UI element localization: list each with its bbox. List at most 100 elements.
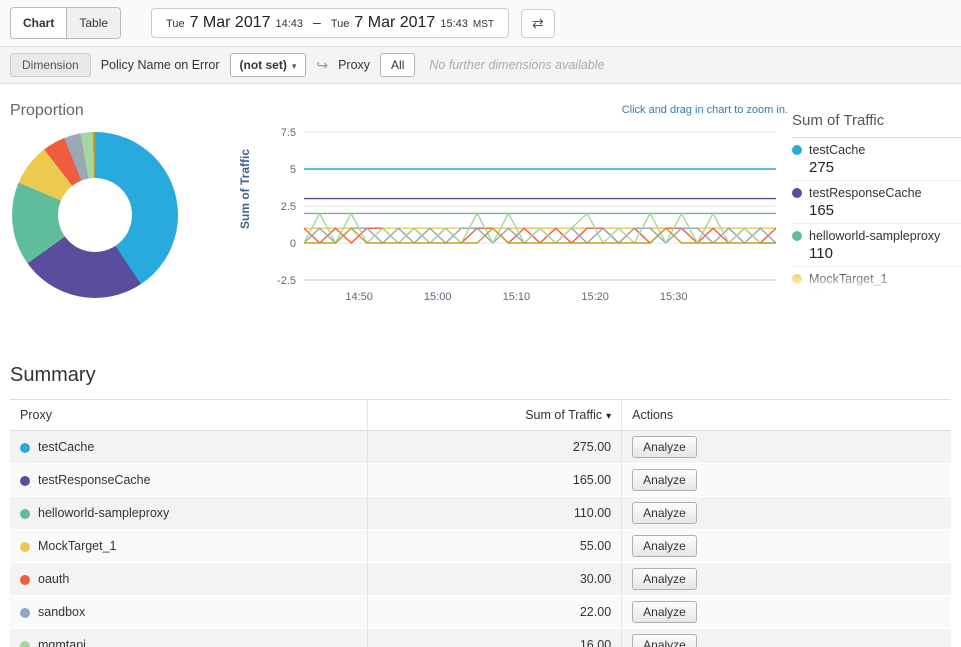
- summary-section: Summary Proxy Sum of Traffic▾ Actions te…: [0, 350, 961, 647]
- dimension-bar: Dimension Policy Name on Error (not set)…: [0, 47, 961, 84]
- legend-color-dot: [792, 231, 802, 241]
- legend-item[interactable]: MockTarget_155: [792, 267, 961, 292]
- chart-legend: Sum of Traffic testCache275testResponseC…: [792, 110, 961, 292]
- actions-cell: Analyze: [622, 431, 951, 464]
- dimension-label: Dimension: [10, 53, 91, 77]
- end-day: Tue: [331, 18, 350, 30]
- legend-color-dot: [792, 145, 802, 155]
- proxy-name-cell: helloworld-sampleproxy: [10, 497, 368, 530]
- column-header-actions: Actions: [622, 400, 951, 431]
- proxy-color-dot: [20, 443, 30, 453]
- refresh-button[interactable]: ⇄: [521, 9, 555, 38]
- timezone-label: MST: [473, 19, 494, 30]
- view-toggle: Chart Table: [10, 7, 121, 39]
- line-chart-svg[interactable]: 7.552.50-2.514:5015:0015:1015:2015:30: [262, 124, 784, 306]
- line-chart[interactable]: Click and drag in chart to zoom in. Sum …: [232, 90, 792, 350]
- table-tab[interactable]: Table: [67, 7, 121, 39]
- proxy-filter-button[interactable]: All: [380, 53, 415, 77]
- summary-table: Proxy Sum of Traffic▾ Actions testCache 2…: [10, 399, 951, 647]
- traffic-value-cell: 22.00: [368, 596, 622, 629]
- zoom-hint: Click and drag in chart to zoom in.: [622, 104, 788, 116]
- svg-text:15:20: 15:20: [581, 291, 609, 303]
- legend-item[interactable]: testCache275: [792, 138, 961, 181]
- proxy-name-cell: sandbox: [10, 596, 368, 629]
- actions-cell: Analyze: [622, 629, 951, 647]
- legend-item-name: testCache: [809, 143, 865, 157]
- svg-text:0: 0: [290, 238, 296, 250]
- table-row: mgmtapi16.00 Analyze: [10, 629, 951, 647]
- svg-text:14:50: 14:50: [345, 291, 373, 303]
- proxy-color-dot: [20, 641, 30, 647]
- traffic-value-cell: 30.00: [368, 563, 622, 596]
- proportion-title: Proportion: [10, 102, 232, 120]
- legend-title: Sum of Traffic: [792, 110, 961, 138]
- refresh-icon: ⇄: [532, 15, 544, 31]
- chart-tab[interactable]: Chart: [10, 7, 67, 39]
- proxy-label: Proxy: [338, 58, 370, 72]
- traffic-value-cell: 16.00: [368, 629, 622, 647]
- legend-item-name: MockTarget_1: [809, 272, 888, 286]
- top-toolbar: Chart Table Tue 7 Mar 2017 14:43 – Tue 7…: [0, 0, 961, 47]
- table-row: helloworld-sampleproxy110.00 Analyze: [10, 497, 951, 530]
- traffic-value-cell: 55.00: [368, 530, 622, 563]
- analytics-page: Chart Table Tue 7 Mar 2017 14:43 – Tue 7…: [0, 0, 961, 647]
- legend-item-name: testResponseCache: [809, 186, 922, 200]
- column-header-proxy[interactable]: Proxy: [10, 400, 368, 431]
- legend-item[interactable]: helloworld-sampleproxy110: [792, 224, 961, 267]
- analyze-button[interactable]: Analyze: [632, 535, 697, 557]
- svg-text:-2.5: -2.5: [277, 275, 296, 287]
- svg-text:15:10: 15:10: [503, 291, 531, 303]
- proxy-name-cell: mgmtapi: [10, 629, 368, 647]
- analyze-button[interactable]: Analyze: [632, 469, 697, 491]
- dimension-selected-value: (not set): [240, 58, 287, 72]
- legend-item-name: helloworld-sampleproxy: [809, 229, 940, 243]
- proxy-name-cell: testResponseCache: [10, 464, 368, 497]
- analyze-button[interactable]: Analyze: [632, 634, 697, 647]
- table-row: sandbox22.00 Analyze: [10, 596, 951, 629]
- actions-cell: Analyze: [622, 563, 951, 596]
- legend-color-dot: [792, 274, 802, 284]
- y-axis-label: Sum of Traffic: [238, 134, 252, 244]
- end-time: 15:43: [440, 18, 468, 30]
- drilldown-arrow-icon: ↪: [316, 57, 328, 74]
- column-header-traffic[interactable]: Sum of Traffic▾: [368, 400, 622, 431]
- analyze-button[interactable]: Analyze: [632, 601, 697, 623]
- proxy-name-cell: MockTarget_1: [10, 530, 368, 563]
- analyze-button[interactable]: Analyze: [632, 568, 697, 590]
- traffic-header-label: Sum of Traffic: [525, 408, 602, 422]
- legend-item-value: 110: [809, 243, 961, 262]
- proxy-color-dot: [20, 476, 30, 486]
- table-row: oauth30.00 Analyze: [10, 563, 951, 596]
- donut-chart[interactable]: [12, 132, 178, 298]
- date-range-separator: –: [313, 14, 321, 30]
- dimension-name: Policy Name on Error: [101, 58, 220, 72]
- actions-cell: Analyze: [622, 596, 951, 629]
- summary-table-body: testCache275.00AnalyzetestResponseCache1…: [10, 431, 951, 647]
- proxy-color-dot: [20, 608, 30, 618]
- dimension-value-dropdown[interactable]: (not set) ▾: [230, 53, 307, 77]
- legend-item-value: 55: [809, 286, 961, 292]
- proxy-color-dot: [20, 575, 30, 585]
- proxy-name-cell: testCache: [10, 431, 368, 464]
- start-day: Tue: [166, 18, 185, 30]
- summary-title: Summary: [10, 364, 951, 387]
- traffic-value-cell: 165.00: [368, 464, 622, 497]
- actions-cell: Analyze: [622, 497, 951, 530]
- legend-item[interactable]: testResponseCache165: [792, 181, 961, 224]
- legend-item-value: 165: [809, 200, 961, 219]
- table-row: MockTarget_155.00 Analyze: [10, 530, 951, 563]
- traffic-value-cell: 110.00: [368, 497, 622, 530]
- legend-color-dot: [792, 188, 802, 198]
- date-range-picker[interactable]: Tue 7 Mar 2017 14:43 – Tue 7 Mar 2017 15…: [151, 8, 509, 38]
- chevron-down-icon: ▾: [292, 61, 297, 71]
- analyze-button[interactable]: Analyze: [632, 436, 697, 458]
- proxy-color-dot: [20, 542, 30, 552]
- legend-item-value: 275: [809, 157, 961, 176]
- table-row: testResponseCache165.00 Analyze: [10, 464, 951, 497]
- chart-section: Proportion Click and drag in chart to zo…: [0, 84, 961, 350]
- proxy-name-cell: oauth: [10, 563, 368, 596]
- svg-text:2.5: 2.5: [281, 201, 296, 213]
- svg-text:15:30: 15:30: [660, 291, 688, 303]
- actions-cell: Analyze: [622, 464, 951, 497]
- analyze-button[interactable]: Analyze: [632, 502, 697, 524]
